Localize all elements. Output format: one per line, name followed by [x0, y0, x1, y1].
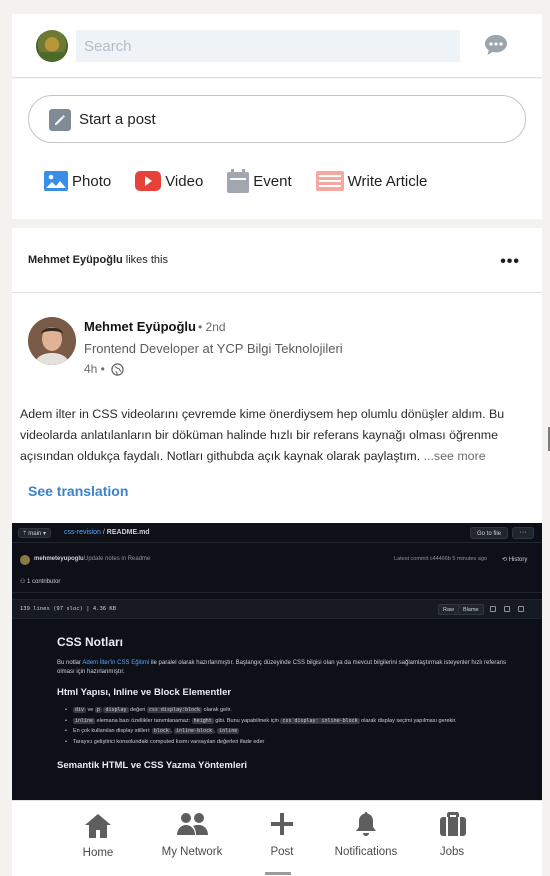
home-indicator [265, 872, 291, 875]
video-icon [135, 171, 162, 191]
messaging-icon[interactable] [484, 34, 508, 56]
gh-repo: css-revision [64, 529, 101, 536]
post-time: 4h • [84, 362, 105, 376]
gh-history: ⟲ History [502, 557, 528, 563]
user-avatar[interactable] [36, 30, 68, 62]
composer-actions: Photo Video Event Write Article [44, 169, 451, 193]
photo-icon [44, 171, 68, 191]
gh-commit-user: mehmeteyupoglu [34, 556, 84, 562]
globe-icon [111, 362, 124, 376]
post-body: Adem ilter in CSS videolarını çevremde k… [20, 404, 536, 467]
gh-delete-icon [518, 606, 524, 612]
gh-display-icon [490, 606, 496, 612]
nav-notifications-label: Notifications [334, 846, 398, 858]
calendar-icon [227, 169, 250, 193]
gh-raw: Raw [438, 604, 460, 615]
gh-md-heading: Html Yapısı, Inline ve Block Elementler [57, 687, 232, 698]
photo-button[interactable]: Photo [44, 171, 111, 191]
start-post-label: Start a post [79, 111, 156, 128]
divider [12, 292, 542, 293]
plus-icon [271, 813, 293, 835]
feed-post: Mehmet Eyüpoğlu likes this ••• Mehmet Ey… [12, 228, 542, 876]
video-button[interactable]: Video [135, 171, 203, 191]
bell-icon [356, 812, 376, 836]
write-article-label: Write Article [347, 172, 428, 190]
post-meta: 4h • [84, 362, 124, 376]
post-composer: Start a post Photo Video Event Write Art… [12, 79, 542, 219]
post-image[interactable]: ᛘ main ▾ css-revision / README.md Go to … [12, 523, 542, 805]
nav-post[interactable]: Post [252, 800, 312, 866]
write-article-button[interactable]: Write Article [315, 171, 428, 191]
network-icon [177, 813, 208, 835]
gh-latest-commit: Latest commit c44466b 5 minutes ago [394, 556, 487, 562]
nav-my-network-label: My Network [161, 846, 223, 858]
likes-suffix: likes this [125, 254, 168, 266]
gh-file-bar: 139 lines (97 sloc) | 4.36 KB Raw Blame [12, 599, 542, 619]
author-name[interactable]: Mehmet Eyüpoğlu [84, 319, 196, 334]
gh-md-bullet: inline elemana bazı özellikler tanımlana… [65, 717, 507, 726]
gh-line-count: 139 lines (97 sloc) | 4.36 KB [20, 606, 117, 612]
gh-edit-icon [504, 606, 510, 612]
nav-jobs[interactable]: Jobs [422, 800, 482, 866]
search-input[interactable] [76, 30, 460, 62]
home-icon [85, 814, 111, 838]
gh-md-intro: Bu notlar Adem İlter'in CSS Eğitimi ile … [57, 660, 507, 675]
briefcase-icon [440, 812, 466, 836]
gh-md-bullet: Tarayıcı geliştirici konsolundaki comput… [65, 738, 507, 747]
nav-jobs-label: Jobs [439, 846, 465, 858]
nav-my-network[interactable]: My Network [152, 800, 232, 866]
gh-commit-avatar [20, 555, 30, 565]
top-bar [12, 14, 542, 78]
see-more-link[interactable]: ...see more [424, 449, 486, 463]
article-icon [315, 171, 344, 191]
liker-name[interactable]: Mehmet Eyüpoğlu [28, 254, 123, 266]
gh-file-header: ᛘ main ▾ css-revision / README.md Go to … [12, 523, 542, 543]
photo-label: Photo [72, 172, 112, 190]
pencil-icon [49, 109, 71, 131]
gh-commit-box: mehmeteyupoglu Update notes in Readme La… [12, 547, 542, 593]
author-headline: Frontend Developer at YCP Bilgi Teknoloj… [84, 341, 343, 356]
see-translation-link[interactable]: See translation [28, 483, 128, 499]
event-label: Event [253, 172, 292, 190]
gh-md-heading-2: Semantik HTML ve CSS Yazma Yöntemleri [57, 760, 248, 771]
author-avatar[interactable] [28, 317, 76, 365]
gh-md-bullet: En çok kullanılan display stilleri: bloc… [65, 727, 507, 736]
gh-contributors: ⚇ 1 contributor [20, 579, 61, 585]
gh-markdown: CSS Notları Bu notlar Adem İlter'in CSS … [57, 635, 507, 779]
start-post-button[interactable]: Start a post [28, 95, 526, 143]
more-options-button[interactable]: ••• [500, 253, 520, 271]
gh-md-list: div ve p display değeri css display:bloc… [57, 706, 507, 746]
event-button[interactable]: Event [227, 169, 292, 193]
connection-degree: • 2nd [198, 320, 226, 334]
gh-blame: Blame [458, 604, 484, 615]
gh-md-bullet: div ve p display değeri css display:bloc… [65, 706, 507, 715]
gh-breadcrumb: css-revision / README.md [64, 529, 150, 536]
nav-notifications[interactable]: Notifications [326, 800, 406, 866]
gh-md-title: CSS Notları [57, 635, 124, 649]
social-context: Mehmet Eyüpoğlu likes this [28, 254, 168, 266]
gh-more: ··· [512, 527, 534, 539]
gh-file: README.md [106, 529, 150, 536]
nav-post-label: Post [270, 846, 294, 858]
gh-branch: ᛘ main ▾ [18, 528, 51, 538]
video-label: Video [165, 172, 204, 190]
gh-commit-msg: Update notes in Readme [84, 556, 151, 562]
gh-go-to-file: Go to file [470, 527, 509, 539]
